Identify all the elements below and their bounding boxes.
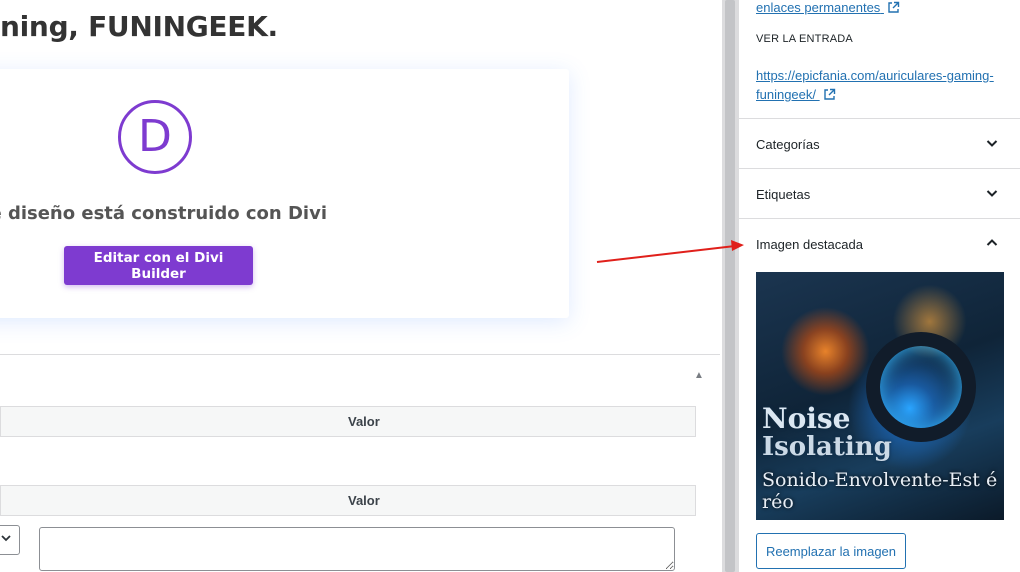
custom-fields-metabox: ▲ Valor Valor: [0, 354, 720, 572]
column-header-value: Valor: [348, 493, 380, 508]
external-link-icon: [823, 87, 836, 106]
entry-url-text: https://epicfania.com/auriculares-gaming…: [756, 68, 994, 102]
edit-with-divi-button[interactable]: Editar con el Divi Builder: [64, 246, 253, 285]
image-text-line: Isolating: [762, 432, 892, 462]
chevron-up-icon: [986, 237, 998, 249]
image-text-line: Noise: [762, 402, 851, 435]
permalink-link[interactable]: enlaces permanentes: [756, 0, 900, 17]
panel-label: Imagen destacada: [756, 237, 863, 252]
field-name-select[interactable]: [0, 525, 20, 555]
replace-image-button[interactable]: Reemplazar la imagen: [756, 533, 906, 569]
image-text-line: Sonido-Envolvente-Est é réo: [762, 469, 998, 513]
collapse-arrow-icon[interactable]: ▲: [693, 371, 705, 381]
chevron-down-icon: [0, 532, 12, 547]
view-entry-label: VER LA ENTRADA: [756, 33, 853, 45]
settings-sidebar: enlaces permanentes VER LA ENTRADA https…: [738, 0, 1020, 572]
permalink-link-label: enlaces permanentes: [756, 0, 881, 15]
chevron-down-icon: [986, 137, 998, 149]
external-link-icon: [887, 1, 900, 17]
scrollbar-thumb[interactable]: [725, 0, 735, 572]
panel-label: Etiquetas: [756, 187, 811, 202]
table-header: Valor: [0, 406, 696, 437]
panel-featured-image[interactable]: Imagen destacada: [739, 218, 1020, 268]
divi-message: Este diseño está construido con Divi: [0, 203, 327, 224]
chevron-down-icon: [986, 187, 998, 199]
panel-tags[interactable]: Etiquetas: [739, 168, 1020, 218]
headphone-graphic: [866, 332, 976, 442]
divi-builder-card: D Este diseño está construido con Divi E…: [0, 69, 569, 318]
featured-image[interactable]: Noise Isolating Sonido-Envolvente-Est é …: [756, 272, 1004, 520]
field-value-textarea[interactable]: [39, 527, 675, 571]
column-header-value: Valor: [348, 414, 380, 429]
entry-url-link[interactable]: https://epicfania.com/auriculares-gaming…: [756, 66, 1006, 106]
post-title[interactable]: ning, FUNINGEEK.: [0, 10, 278, 43]
panel-label: Categorías: [756, 137, 820, 152]
panel-categories[interactable]: Categorías: [739, 118, 1020, 168]
editor-area: ning, FUNINGEEK. D Este diseño está cons…: [0, 0, 722, 572]
divi-logo-icon: D: [118, 100, 192, 174]
table-header: Valor: [0, 485, 696, 516]
